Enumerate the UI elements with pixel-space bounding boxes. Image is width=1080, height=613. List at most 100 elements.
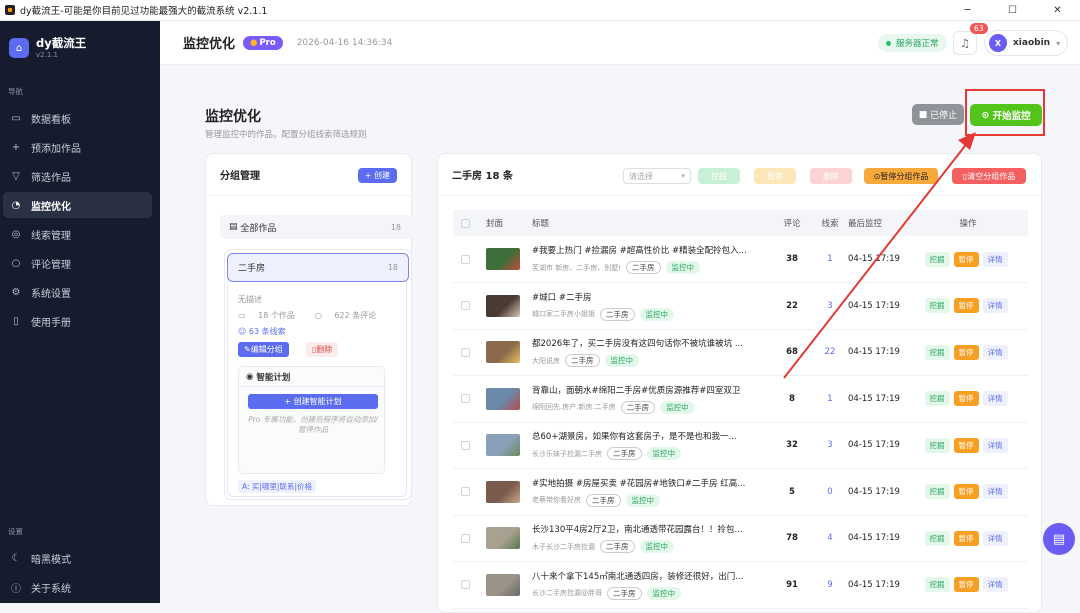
dig-button[interactable]: 挖掘 [924, 344, 950, 360]
cover-thumbnail[interactable] [486, 248, 520, 270]
dig-button[interactable]: 挖掘 [924, 437, 950, 453]
minimize-button[interactable]: ─ [945, 0, 990, 21]
select-placeholder: 请选择 [629, 171, 653, 181]
plus-icon: + [11, 141, 21, 153]
row-checkbox[interactable] [461, 301, 470, 311]
create-smart-plan-button[interactable]: + 创建智能计划 [248, 394, 378, 409]
document-fab-button[interactable]: ▤ [1043, 523, 1075, 555]
close-button[interactable]: ✕ [1035, 0, 1080, 21]
detail-button[interactable]: 详情 [982, 251, 1008, 267]
maximize-button[interactable]: ☐ [990, 0, 1035, 21]
dig-button[interactable]: 挖掘 [924, 251, 950, 267]
cover-thumbnail[interactable] [486, 387, 520, 410]
sidebar-item-manual[interactable]: ▯ 使用手册 [3, 308, 152, 334]
detail-button[interactable]: 详情 [982, 484, 1008, 500]
group-item-selected[interactable]: 二手房 18 [227, 253, 409, 282]
work-title[interactable]: 八十来个拿下145㎡南北通透四房，装修还很好，出门... [532, 570, 758, 582]
clue-count[interactable]: 1 [812, 236, 848, 283]
detail-button[interactable]: 详情 [982, 437, 1008, 453]
detail-button[interactable]: 详情 [982, 577, 1008, 593]
clue-count[interactable]: 1 [812, 375, 848, 423]
row-checkbox[interactable] [461, 394, 470, 404]
delete-group-button[interactable]: ▯ 删除 [306, 342, 339, 357]
sidebar-item-darkmode[interactable]: ☾ 暗黑模式 [3, 545, 152, 571]
work-title[interactable]: 总60+湖景房，如果你有这套房子，是不是也和我一... [532, 430, 758, 442]
stopped-button[interactable]: ■ 已停止 [912, 104, 964, 125]
sidebar-item-clues[interactable]: ◎ 线索管理 [3, 221, 152, 247]
table-row: 背靠山，面朝水#绵阳二手房#优质房源推荐#四室双卫 绵阳回先.房产.新房.二手房二… [453, 375, 1028, 423]
cover-thumbnail[interactable] [486, 573, 520, 596]
sidebar-item-monitor[interactable]: ◔ 监控优化 [3, 192, 152, 218]
all-works-count: 18 [390, 222, 401, 232]
user-icon: ☺ [238, 327, 249, 336]
dig-button[interactable]: 挖掘 [924, 298, 950, 314]
dig-button[interactable]: 挖掘 [924, 530, 950, 546]
pause-button[interactable]: 暂停 [953, 251, 979, 267]
work-title[interactable]: 长沙130平4房2厅2卫，南北通透带花园露台！！拎包... [532, 523, 758, 535]
sidebar-item-filter[interactable]: ▽ 筛选作品 [3, 163, 152, 189]
pause-button[interactable]: 暂停 [953, 530, 979, 546]
user-menu[interactable]: X xiaobin ▾ [984, 30, 1068, 56]
row-checkbox[interactable] [461, 487, 470, 497]
row-checkbox[interactable] [461, 254, 470, 264]
dig-button[interactable]: 挖掘 [924, 391, 950, 407]
pause-button[interactable]: 暂停 [953, 298, 979, 314]
clue-count[interactable]: 3 [812, 422, 848, 469]
work-title[interactable]: #实地拍摄 #房屋买卖 #花园房#地铁口#二手房 红高... [532, 477, 758, 489]
clue-count[interactable]: 4 [812, 515, 848, 562]
work-title[interactable]: #城口 #二手房 [532, 291, 758, 303]
edit-group-button[interactable]: ✎ 编辑分组 [238, 342, 289, 357]
batch-pause-button[interactable]: 暂停 [754, 168, 796, 184]
clipboard-icon: ▤ [229, 222, 241, 232]
pause-button[interactable]: 暂停 [953, 437, 979, 453]
group-select[interactable]: 请选择 ▾ [623, 168, 691, 184]
cover-thumbnail[interactable] [486, 341, 520, 364]
clue-count[interactable]: 9 [812, 561, 848, 609]
work-title[interactable]: 背靠山，面朝水#绵阳二手房#优质房源推荐#四室双卫 [532, 384, 758, 396]
notification-button[interactable]: ♫ [953, 31, 977, 55]
cover-thumbnail[interactable] [486, 294, 520, 317]
all-works-item[interactable]: ▤ 全部作品 18 [220, 215, 412, 239]
pause-button[interactable]: 暂停 [953, 344, 979, 360]
sidebar-item-preadd[interactable]: + 预添加作品 [3, 134, 152, 160]
dig-button[interactable]: 挖掘 [924, 484, 950, 500]
clue-count[interactable]: 22 [812, 329, 848, 376]
pause-group-works-button[interactable]: ⊙ 暂停分组作品 [864, 168, 938, 184]
batch-delete-button[interactable]: 删除 [810, 168, 852, 184]
dig-button[interactable]: 挖掘 [924, 577, 950, 593]
work-title[interactable]: #我要上热门 #捡漏房 #超高性价比 #精装全配拎包入... [532, 244, 758, 256]
work-title[interactable]: 都2026年了，买二手房没有这四句话你不被坑谁被坑 ... [532, 337, 758, 349]
group-description: 无描述 [238, 295, 262, 304]
bear-icon: ◉ [246, 371, 257, 382]
detail-button[interactable]: 详情 [982, 391, 1008, 407]
clear-group-works-button[interactable]: ▯ 清空分组作品 [952, 168, 1026, 184]
select-all-checkbox[interactable] [461, 218, 470, 228]
sidebar-item-about[interactable]: ⓘ 关于系统 [3, 574, 152, 600]
detail-button[interactable]: 详情 [982, 298, 1008, 314]
pause-button[interactable]: 暂停 [953, 484, 979, 500]
cover-thumbnail[interactable] [486, 480, 520, 503]
cover-thumbnail[interactable] [486, 527, 520, 550]
status-badge: 监控中 [604, 354, 639, 368]
row-checkbox[interactable] [461, 347, 470, 357]
batch-dig-button[interactable]: 挖掘 [698, 168, 740, 184]
pause-button[interactable]: 暂停 [953, 577, 979, 593]
detail-button[interactable]: 详情 [982, 344, 1008, 360]
clue-count[interactable]: 3 [812, 282, 848, 330]
sidebar-item-dashboard[interactable]: ▭ 数据看板 [3, 105, 152, 131]
row-checkbox[interactable] [461, 440, 470, 450]
create-group-button[interactable]: + 创建 [357, 168, 397, 183]
clue-count[interactable]: 0 [812, 468, 848, 516]
detail-button[interactable]: 详情 [982, 530, 1008, 546]
row-checkbox[interactable] [461, 533, 470, 543]
pause-button[interactable]: 暂停 [953, 391, 979, 407]
group-chip: 二手房 [620, 400, 656, 414]
group-chip: 二手房 [600, 540, 635, 554]
comment-count: 78 [772, 515, 812, 562]
cover-thumbnail[interactable] [486, 434, 520, 457]
delete-group-label: 删除 [316, 345, 333, 354]
works-panel-title: 二手房 18 条 [452, 171, 513, 182]
sidebar-item-settings[interactable]: ⚙ 系统设置 [3, 279, 152, 305]
sidebar-item-comments[interactable]: ○ 评论管理 [3, 250, 152, 276]
row-checkbox[interactable] [461, 580, 470, 590]
